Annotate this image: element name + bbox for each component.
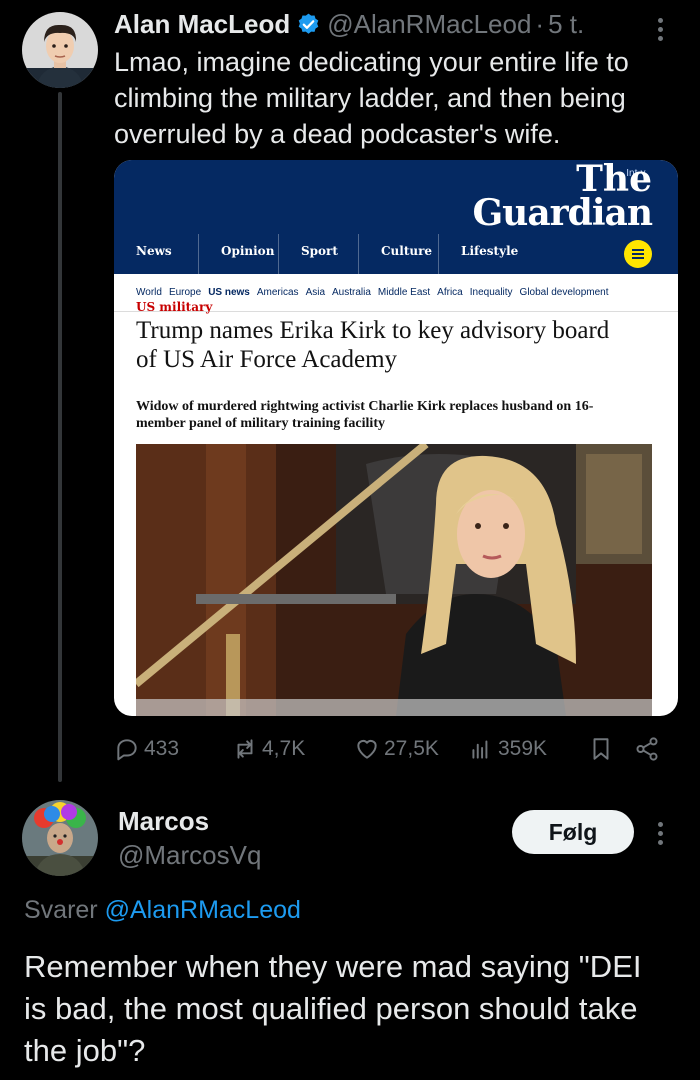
share-icon [636,737,658,761]
views-count: 359K [498,737,548,760]
guardian-header: Int ˅ The Guardian News Opinion Sport Cu… [114,160,678,274]
reply-author-avatar[interactable] [22,800,98,876]
article-headline: Trump names Erika Kirk to key advisory b… [136,317,610,373]
subnav-item: Europe [168,287,202,298]
replying-to-prefix: Svarer [24,896,98,924]
views-chart-icon [472,740,488,759]
tweet-text: Lmao, imagine dedicating your entire lif… [114,47,629,149]
replying-to-handle[interactable]: @AlanRMacLeod [105,896,301,924]
follow-button[interactable]: Følg [512,810,634,854]
subnav-item: Asia [305,287,326,298]
reply-button[interactable]: 433 [114,736,179,762]
bookmark-icon [593,738,609,760]
views-button[interactable]: 359K [468,736,547,762]
subnav-item: Global development [519,287,609,298]
reply-text: Remember when they were mad saying "DEI … [24,949,642,1068]
separator-dot: · [535,8,545,39]
article-kicker: US military [136,300,213,314]
menu-icon [624,240,652,268]
author-avatar[interactable] [22,12,98,88]
reply-author-handle[interactable]: @MarcosVq [118,840,261,871]
repost-button[interactable]: 4,7K [232,736,305,762]
clown-avatar-icon [22,800,98,876]
more-options-icon[interactable] [650,14,670,45]
article-standfirst: Widow of murdered rightwing activist Cha… [136,399,594,431]
guardian-nav: News Opinion Sport Culture Lifestyle [114,234,678,274]
like-button[interactable]: 27,5K [354,736,439,762]
subnav-item: Americas [256,287,299,298]
like-count: 27,5K [384,737,439,760]
author-handle[interactable]: @AlanRMacLeod [327,9,531,40]
reply-author-name[interactable]: Marcos [118,806,209,837]
nav-opinion: Opinion [198,234,278,274]
photo-woman-icon [136,444,652,716]
subnav-item-active: US news [208,287,250,298]
verified-badge-icon [298,13,319,34]
bookmark-button[interactable] [588,736,618,762]
replying-to: Svarer @AlanRMacLeod [24,896,301,925]
tweet-actions: 433 4,7K 27,5K 359K [114,734,674,764]
subnav-item: World [136,287,162,298]
subnav-item: Middle East [377,287,431,298]
repost-count: 4,7K [262,737,306,760]
article-photo [136,444,652,716]
guardian-logo: The Guardian [472,160,653,234]
tweet-time[interactable]: 5 t. [548,9,584,40]
reply-icon [117,739,137,761]
thread-connector-line [58,92,62,782]
subnav-item: Africa [437,287,463,298]
share-button[interactable] [634,736,664,762]
heart-icon [357,739,377,759]
subnav-item: Australia [332,287,371,298]
reply-count: 433 [144,737,180,760]
reply-more-options-icon[interactable] [650,818,670,849]
tweet-header: Alan MacLeod @AlanRMacLeod · 5 t. [114,6,584,42]
author-photo-icon [22,12,98,88]
subnav-item: Inequality [469,287,513,298]
nav-culture: Culture [358,234,438,274]
embedded-article-image[interactable]: Int ˅ The Guardian News Opinion Sport Cu… [114,160,678,716]
author-name[interactable]: Alan MacLeod [114,9,290,40]
nav-lifestyle: Lifestyle [438,234,538,274]
repost-icon [237,739,253,759]
nav-sport: Sport [278,234,358,274]
nav-news: News [136,244,172,258]
